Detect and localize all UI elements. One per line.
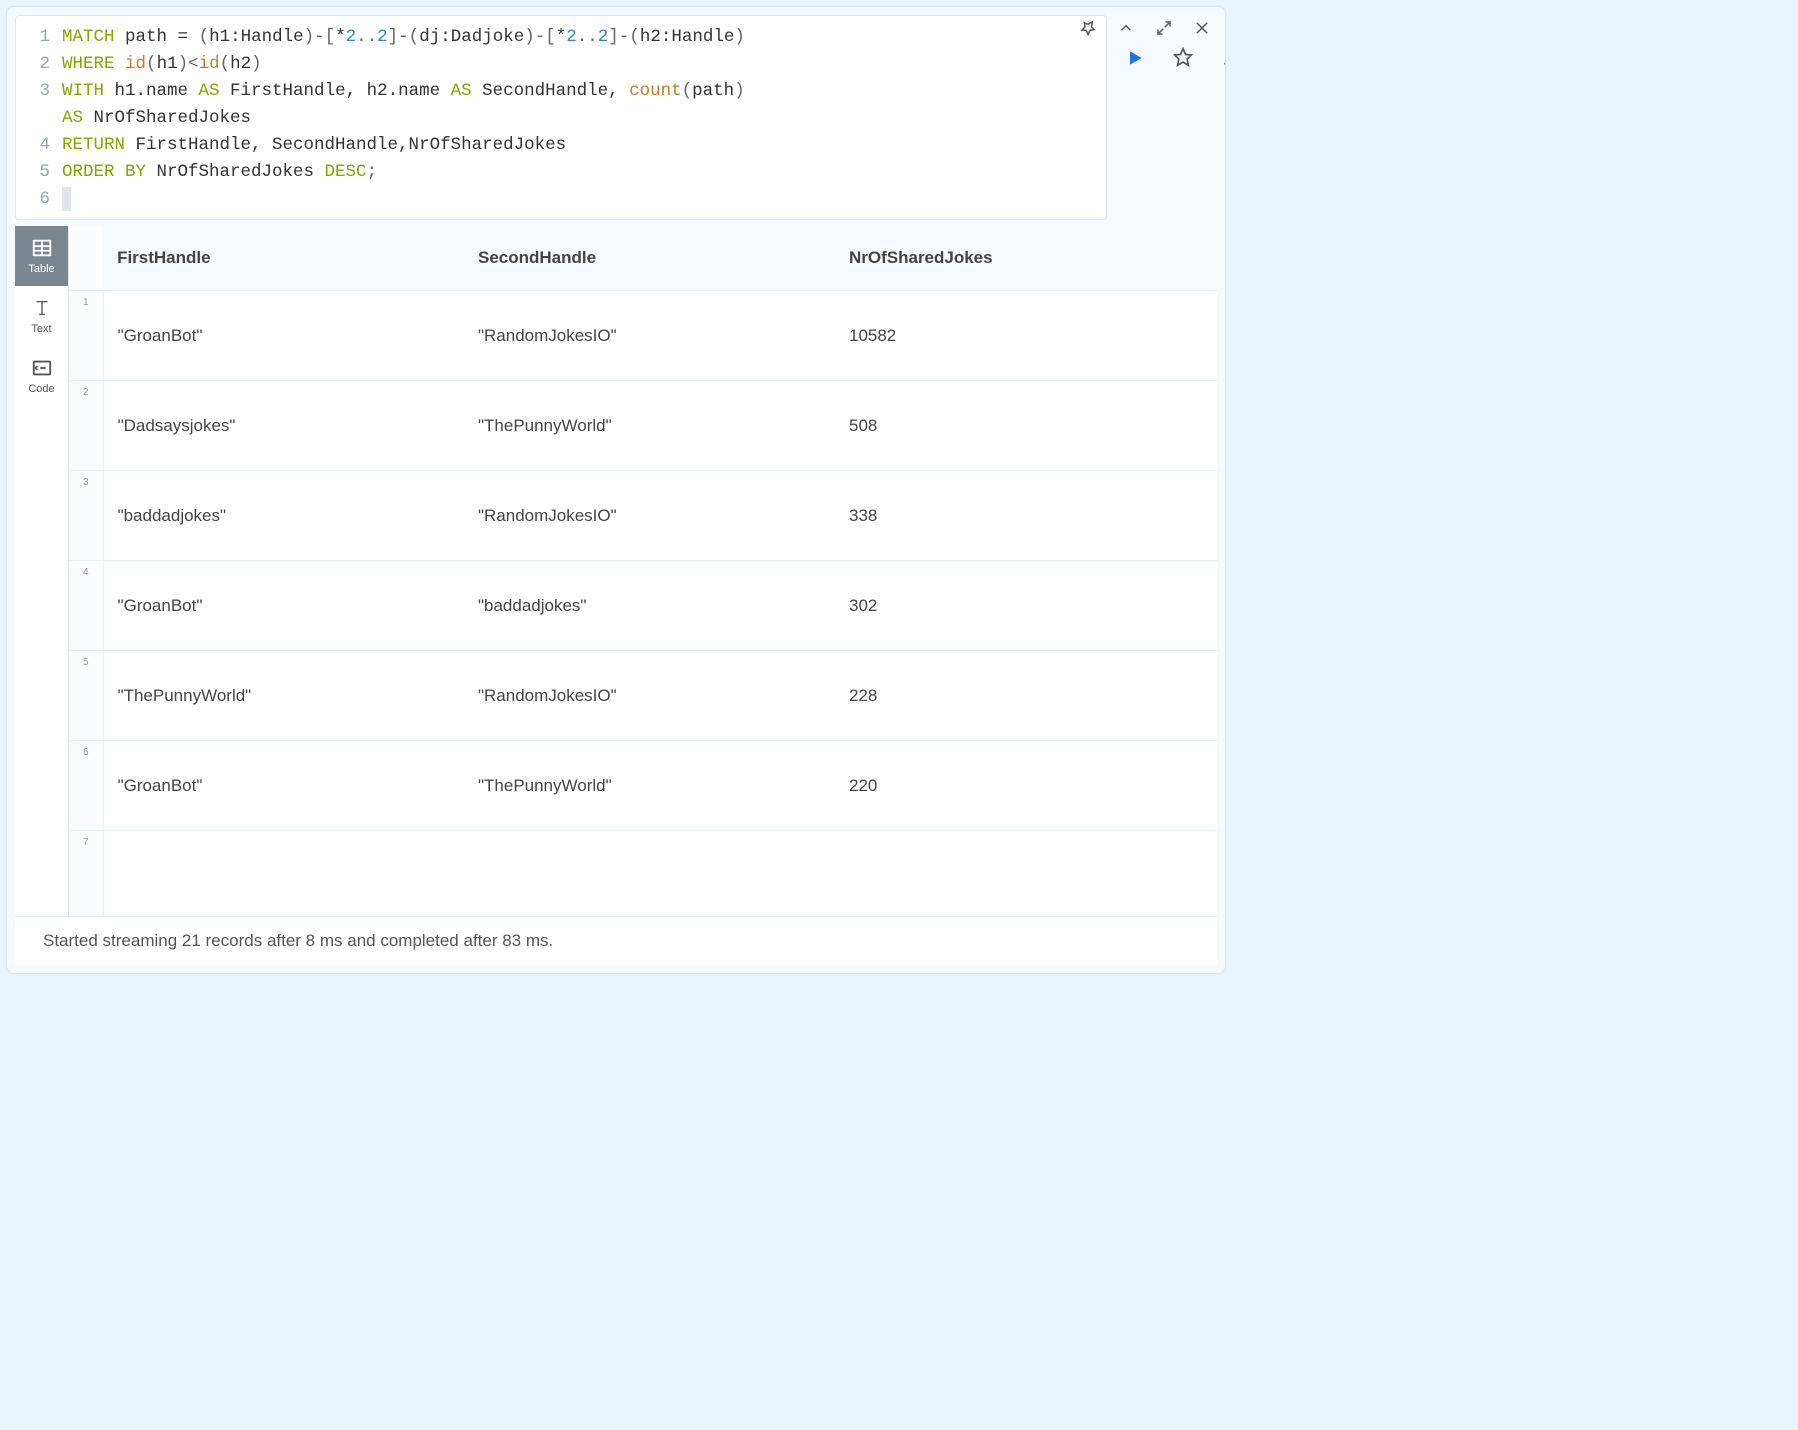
row-number: 7: [69, 831, 103, 917]
results-scroll[interactable]: FirstHandleSecondHandleNrOfSharedJokes 1…: [69, 226, 1217, 916]
row-number: 2: [69, 381, 103, 471]
query-editor[interactable]: 123 456 MATCH path = (h1:Handle)-[*2..2]-…: [15, 15, 1107, 220]
code-line[interactable]: WITH h1.name AS FirstHandle, h2.name AS …: [62, 78, 1106, 105]
tab-table[interactable]: Table: [15, 226, 68, 286]
table-row[interactable]: 7: [69, 831, 1217, 917]
cell: "RandomJokesIO": [464, 291, 835, 381]
result-panel: 123456 MATCH path = (h1:Handle)-[*2..2]-…: [6, 6, 1226, 974]
column-header[interactable]: SecondHandle: [464, 226, 835, 291]
row-number: 4: [69, 561, 103, 651]
cell: 508: [835, 381, 1217, 471]
tab-label: Code: [28, 383, 54, 395]
status-bar: Started streaming 21 records after 8 ms …: [15, 916, 1217, 965]
table-row[interactable]: 4"GroanBot""baddadjokes"302: [69, 561, 1217, 651]
line-number: 5: [16, 159, 50, 186]
code-line[interactable]: [62, 186, 1106, 213]
code-line[interactable]: MATCH path = (h1:Handle)-[*2..2]-(dj:Dad…: [62, 24, 1106, 51]
cell: 228: [835, 651, 1217, 741]
panel-top-actions: [1079, 19, 1211, 37]
code-line[interactable]: WHERE id(h1)<id(h2): [62, 51, 1106, 78]
code-line[interactable]: RETURN FirstHandle, SecondHandle,NrOfSha…: [62, 132, 1106, 159]
table-row[interactable]: 1"GroanBot""RandomJokesIO"10582: [69, 291, 1217, 381]
cell: 10582: [835, 291, 1217, 381]
line-number: 2: [16, 51, 50, 78]
code-area[interactable]: MATCH path = (h1:Handle)-[*2..2]-(dj:Dad…: [62, 24, 1106, 213]
cell: [835, 831, 1217, 917]
cell: "GroanBot": [103, 291, 464, 381]
cursor: [62, 187, 71, 211]
cell: "RandomJokesIO": [464, 651, 835, 741]
table-body: 1"GroanBot""RandomJokesIO"105822"Dadsays…: [69, 291, 1217, 917]
row-number-header: [69, 226, 103, 291]
cell: "ThePunnyWorld": [464, 381, 835, 471]
cell: "GroanBot": [103, 561, 464, 651]
pin-icon[interactable]: [1079, 19, 1097, 37]
row-number: 3: [69, 471, 103, 561]
cell: "RandomJokesIO": [464, 471, 835, 561]
code-line[interactable]: ORDER BY NrOfSharedJokes DESC;: [62, 159, 1106, 186]
cell: 338: [835, 471, 1217, 561]
chevron-up-icon[interactable]: [1117, 19, 1135, 37]
view-tabs: Table Text Code: [15, 226, 69, 916]
row-number: 5: [69, 651, 103, 741]
cell: "ThePunnyWorld": [103, 651, 464, 741]
line-number: 6: [16, 186, 50, 213]
code-line[interactable]: AS NrOfSharedJokes: [62, 105, 1106, 132]
cell: [103, 831, 464, 917]
cell: "ThePunnyWorld": [464, 741, 835, 831]
cell: "GroanBot": [103, 741, 464, 831]
tab-label: Table: [28, 263, 54, 275]
query-editor-wrap: 123 456 MATCH path = (h1:Handle)-[*2..2]-…: [7, 7, 1225, 220]
row-number: 1: [69, 291, 103, 381]
cell: "baddadjokes": [103, 471, 464, 561]
cell: 220: [835, 741, 1217, 831]
table-row[interactable]: 5"ThePunnyWorld""RandomJokesIO"228: [69, 651, 1217, 741]
table-header-row: FirstHandleSecondHandleNrOfSharedJokes: [69, 226, 1217, 291]
results-body: Table Text Code FirstHandleSecondHandleNrO…: [7, 220, 1225, 916]
line-gutter: 123 456: [16, 24, 62, 213]
tab-text[interactable]: Text: [15, 286, 68, 346]
editor-actions: [1107, 15, 1217, 220]
expand-icon[interactable]: [1155, 19, 1173, 37]
tab-code[interactable]: Code: [15, 346, 68, 406]
download-icon[interactable]: [1221, 47, 1226, 72]
table-row[interactable]: 3"baddadjokes""RandomJokesIO"338: [69, 471, 1217, 561]
line-number: [16, 105, 50, 132]
table-row[interactable]: 2"Dadsaysjokes""ThePunnyWorld"508: [69, 381, 1217, 471]
run-button[interactable]: [1125, 47, 1145, 74]
cell: "Dadsaysjokes": [103, 381, 464, 471]
column-header[interactable]: NrOfSharedJokes: [835, 226, 1217, 291]
line-number: 3: [16, 78, 50, 105]
table-row[interactable]: 6"GroanBot""ThePunnyWorld"220: [69, 741, 1217, 831]
line-number: 1: [16, 24, 50, 51]
results-table: FirstHandleSecondHandleNrOfSharedJokes 1…: [69, 226, 1217, 916]
row-number: 6: [69, 741, 103, 831]
close-icon[interactable]: [1193, 19, 1211, 37]
line-number: 4: [16, 132, 50, 159]
tab-label: Text: [31, 323, 51, 335]
cell: 302: [835, 561, 1217, 651]
favorite-icon[interactable]: [1173, 47, 1193, 72]
cell: "baddadjokes": [464, 561, 835, 651]
column-header[interactable]: FirstHandle: [103, 226, 464, 291]
cell: [464, 831, 835, 917]
